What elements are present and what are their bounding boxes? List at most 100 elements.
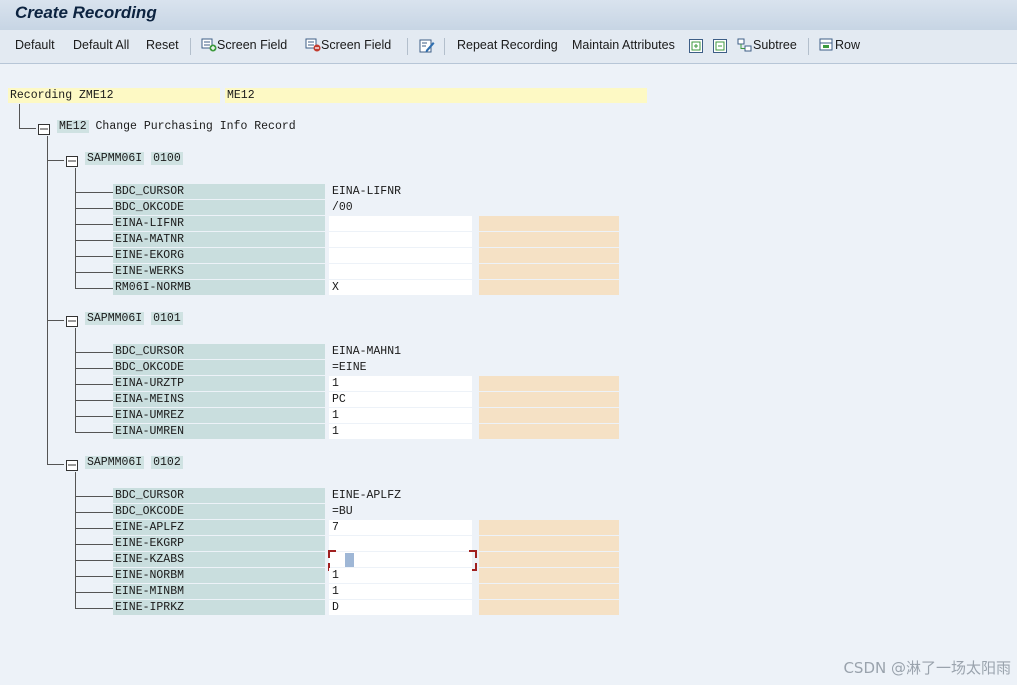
tree-connector: [75, 168, 76, 288]
row-icon: [819, 38, 833, 52]
field-attribute-cell[interactable]: [479, 216, 619, 231]
folder-open-icon[interactable]: [66, 458, 78, 471]
collapse-node-icon[interactable]: [712, 38, 728, 54]
tree-connector: [75, 512, 113, 513]
tree-connector: [75, 384, 113, 385]
tree-connector: [75, 416, 113, 417]
tree-connector: [75, 208, 113, 209]
field-attribute-cell[interactable]: [479, 600, 619, 615]
field-attribute-cell[interactable]: [479, 552, 619, 567]
field-name: EINE-KZABS: [113, 552, 325, 567]
field-name: RM06I-NORMB: [113, 280, 325, 295]
delete-screen-field-label: Screen Field: [321, 38, 392, 52]
focus-bracket: [469, 550, 477, 558]
tree-connector: [75, 352, 113, 353]
folder-open-icon[interactable]: [66, 154, 78, 167]
field-name: EINE-APLFZ: [113, 520, 325, 535]
field-name: EINE-IPRKZ: [113, 600, 325, 615]
insert-screen-field-button[interactable]: Screen Field: [201, 38, 287, 52]
row-button[interactable]: Row: [819, 38, 860, 52]
field-value-readonly: EINE-APLFZ: [332, 489, 402, 502]
toolbar-separator: [808, 38, 809, 55]
field-value-readonly: EINA-MAHN1: [332, 345, 402, 358]
subtree-icon: [737, 38, 752, 52]
field-value-readonly: /00: [332, 201, 353, 214]
transaction-description: Change Purchasing Info Record: [95, 120, 296, 133]
field-name: BDC_CURSOR: [113, 344, 325, 359]
subtree-label: Subtree: [753, 38, 797, 52]
field-name: EINA-MEINS: [113, 392, 325, 407]
field-name: BDC_OKCODE: [113, 504, 325, 519]
field-attribute-cell[interactable]: [479, 568, 619, 583]
field-value-input[interactable]: 1: [329, 408, 472, 423]
field-value-input[interactable]: X: [329, 280, 472, 295]
transaction-node[interactable]: ME12 Change Purchasing Info Record: [57, 120, 296, 133]
field-attribute-cell[interactable]: [479, 280, 619, 295]
field-attribute-cell[interactable]: [479, 232, 619, 247]
maintain-attributes-button[interactable]: Maintain Attributes: [572, 38, 675, 52]
tree-connector: [75, 592, 113, 593]
reset-button[interactable]: Reset: [146, 38, 179, 52]
field-value-input[interactable]: [329, 248, 472, 263]
tree-connector: [75, 256, 113, 257]
insert-field-icon: [201, 38, 217, 52]
tree-connector: [75, 560, 113, 561]
tree-connector: [75, 576, 113, 577]
tree-connector: [75, 400, 113, 401]
watermark: CSDN @淋了一场太阳雨: [843, 659, 1011, 677]
field-name: BDC_CURSOR: [113, 184, 325, 199]
screen-program: SAPMM06I: [85, 152, 145, 165]
field-name: EINA-URZTP: [113, 376, 325, 391]
field-attribute-cell[interactable]: [479, 376, 619, 391]
field-value-input[interactable]: D: [329, 600, 472, 615]
title-bar: Create Recording: [0, 0, 1017, 30]
field-attribute-cell[interactable]: [479, 584, 619, 599]
field-attribute-cell[interactable]: [479, 520, 619, 535]
focus-bracket: [328, 550, 336, 558]
window-title: Create Recording: [15, 3, 157, 22]
text-cursor: [345, 553, 354, 567]
field-value-input[interactable]: [329, 216, 472, 231]
field-value-input[interactable]: 1: [329, 568, 472, 583]
field-value-input[interactable]: [329, 232, 472, 247]
delete-screen-field-button[interactable]: Screen Field: [305, 38, 391, 52]
field-value-input[interactable]: 1: [329, 584, 472, 599]
tree-connector: [75, 272, 113, 273]
tree-connector: [75, 288, 113, 289]
screen-node[interactable]: SAPMM06I 0101: [85, 312, 183, 325]
folder-open-icon[interactable]: [38, 122, 50, 135]
field-name: EINA-UMREZ: [113, 408, 325, 423]
tree-connector: [75, 544, 113, 545]
expand-node-icon[interactable]: [688, 38, 704, 54]
tree-connector: [75, 608, 113, 609]
default-all-button[interactable]: Default All: [73, 38, 129, 52]
field-value-input[interactable]: [329, 536, 472, 551]
subtree-button[interactable]: Subtree: [737, 38, 797, 52]
field-value-readonly: EINA-LIFNR: [332, 185, 402, 198]
screen-program: SAPMM06I: [85, 312, 145, 325]
field-name: EINE-EKORG: [113, 248, 325, 263]
delete-field-icon: [305, 38, 321, 52]
field-value-input[interactable]: [329, 264, 472, 279]
screen-program: SAPMM06I: [85, 456, 145, 469]
field-attribute-cell[interactable]: [479, 536, 619, 551]
screen-dynpro: 0102: [151, 456, 183, 469]
field-attribute-cell[interactable]: [479, 392, 619, 407]
field-attribute-cell[interactable]: [479, 408, 619, 423]
tree-connector: [75, 432, 113, 433]
field-attribute-cell[interactable]: [479, 248, 619, 263]
tree-connector: [75, 240, 113, 241]
field-value-input[interactable]: PC: [329, 392, 472, 407]
screen-node[interactable]: SAPMM06I 0102: [85, 456, 183, 469]
repeat-recording-button[interactable]: Repeat Recording: [457, 38, 558, 52]
field-value-input[interactable]: 7: [329, 520, 472, 535]
edit-icon[interactable]: [419, 38, 435, 54]
default-button[interactable]: Default: [15, 38, 55, 52]
field-value-input[interactable]: 1: [329, 424, 472, 439]
field-value-input[interactable]: 1: [329, 376, 472, 391]
folder-open-icon[interactable]: [66, 314, 78, 327]
field-attribute-cell[interactable]: [479, 424, 619, 439]
field-attribute-cell[interactable]: [479, 264, 619, 279]
tree-connector: [75, 368, 113, 369]
screen-node[interactable]: SAPMM06I 0100: [85, 152, 183, 165]
